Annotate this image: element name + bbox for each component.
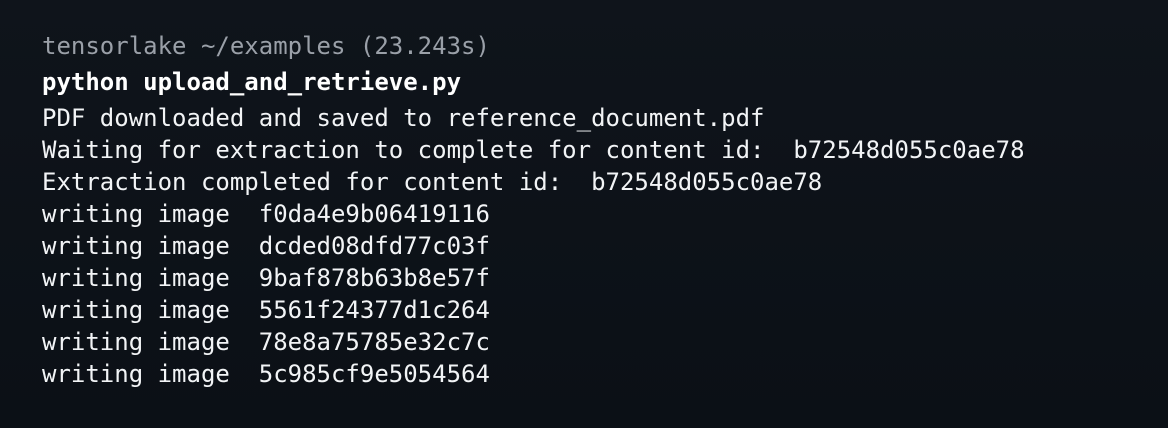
output-line: writing image 9baf878b63b8e57f (42, 264, 490, 292)
output-line: Extraction completed for content id: b72… (42, 168, 823, 196)
output-line: writing image 78e8a75785e32c7c (42, 328, 490, 356)
output-line: writing image dcded08dfd77c03f (42, 232, 490, 260)
output-line: writing image f0da4e9b06419116 (42, 200, 490, 228)
output-line: writing image 5c985cf9e5054564 (42, 360, 490, 388)
output-line: writing image 5561f24377d1c264 (42, 296, 490, 324)
output-line: PDF downloaded and saved to reference_do… (42, 104, 765, 132)
output-line: Waiting for extraction to complete for c… (42, 136, 1025, 164)
command-text: python upload_and_retrieve.py (42, 68, 462, 96)
command-output: PDF downloaded and saved to reference_do… (42, 102, 1168, 390)
terminal-window[interactable]: tensorlake ~/examples (23.243s) python u… (0, 0, 1168, 428)
prompt-header: tensorlake ~/examples (23.243s) (42, 32, 490, 60)
